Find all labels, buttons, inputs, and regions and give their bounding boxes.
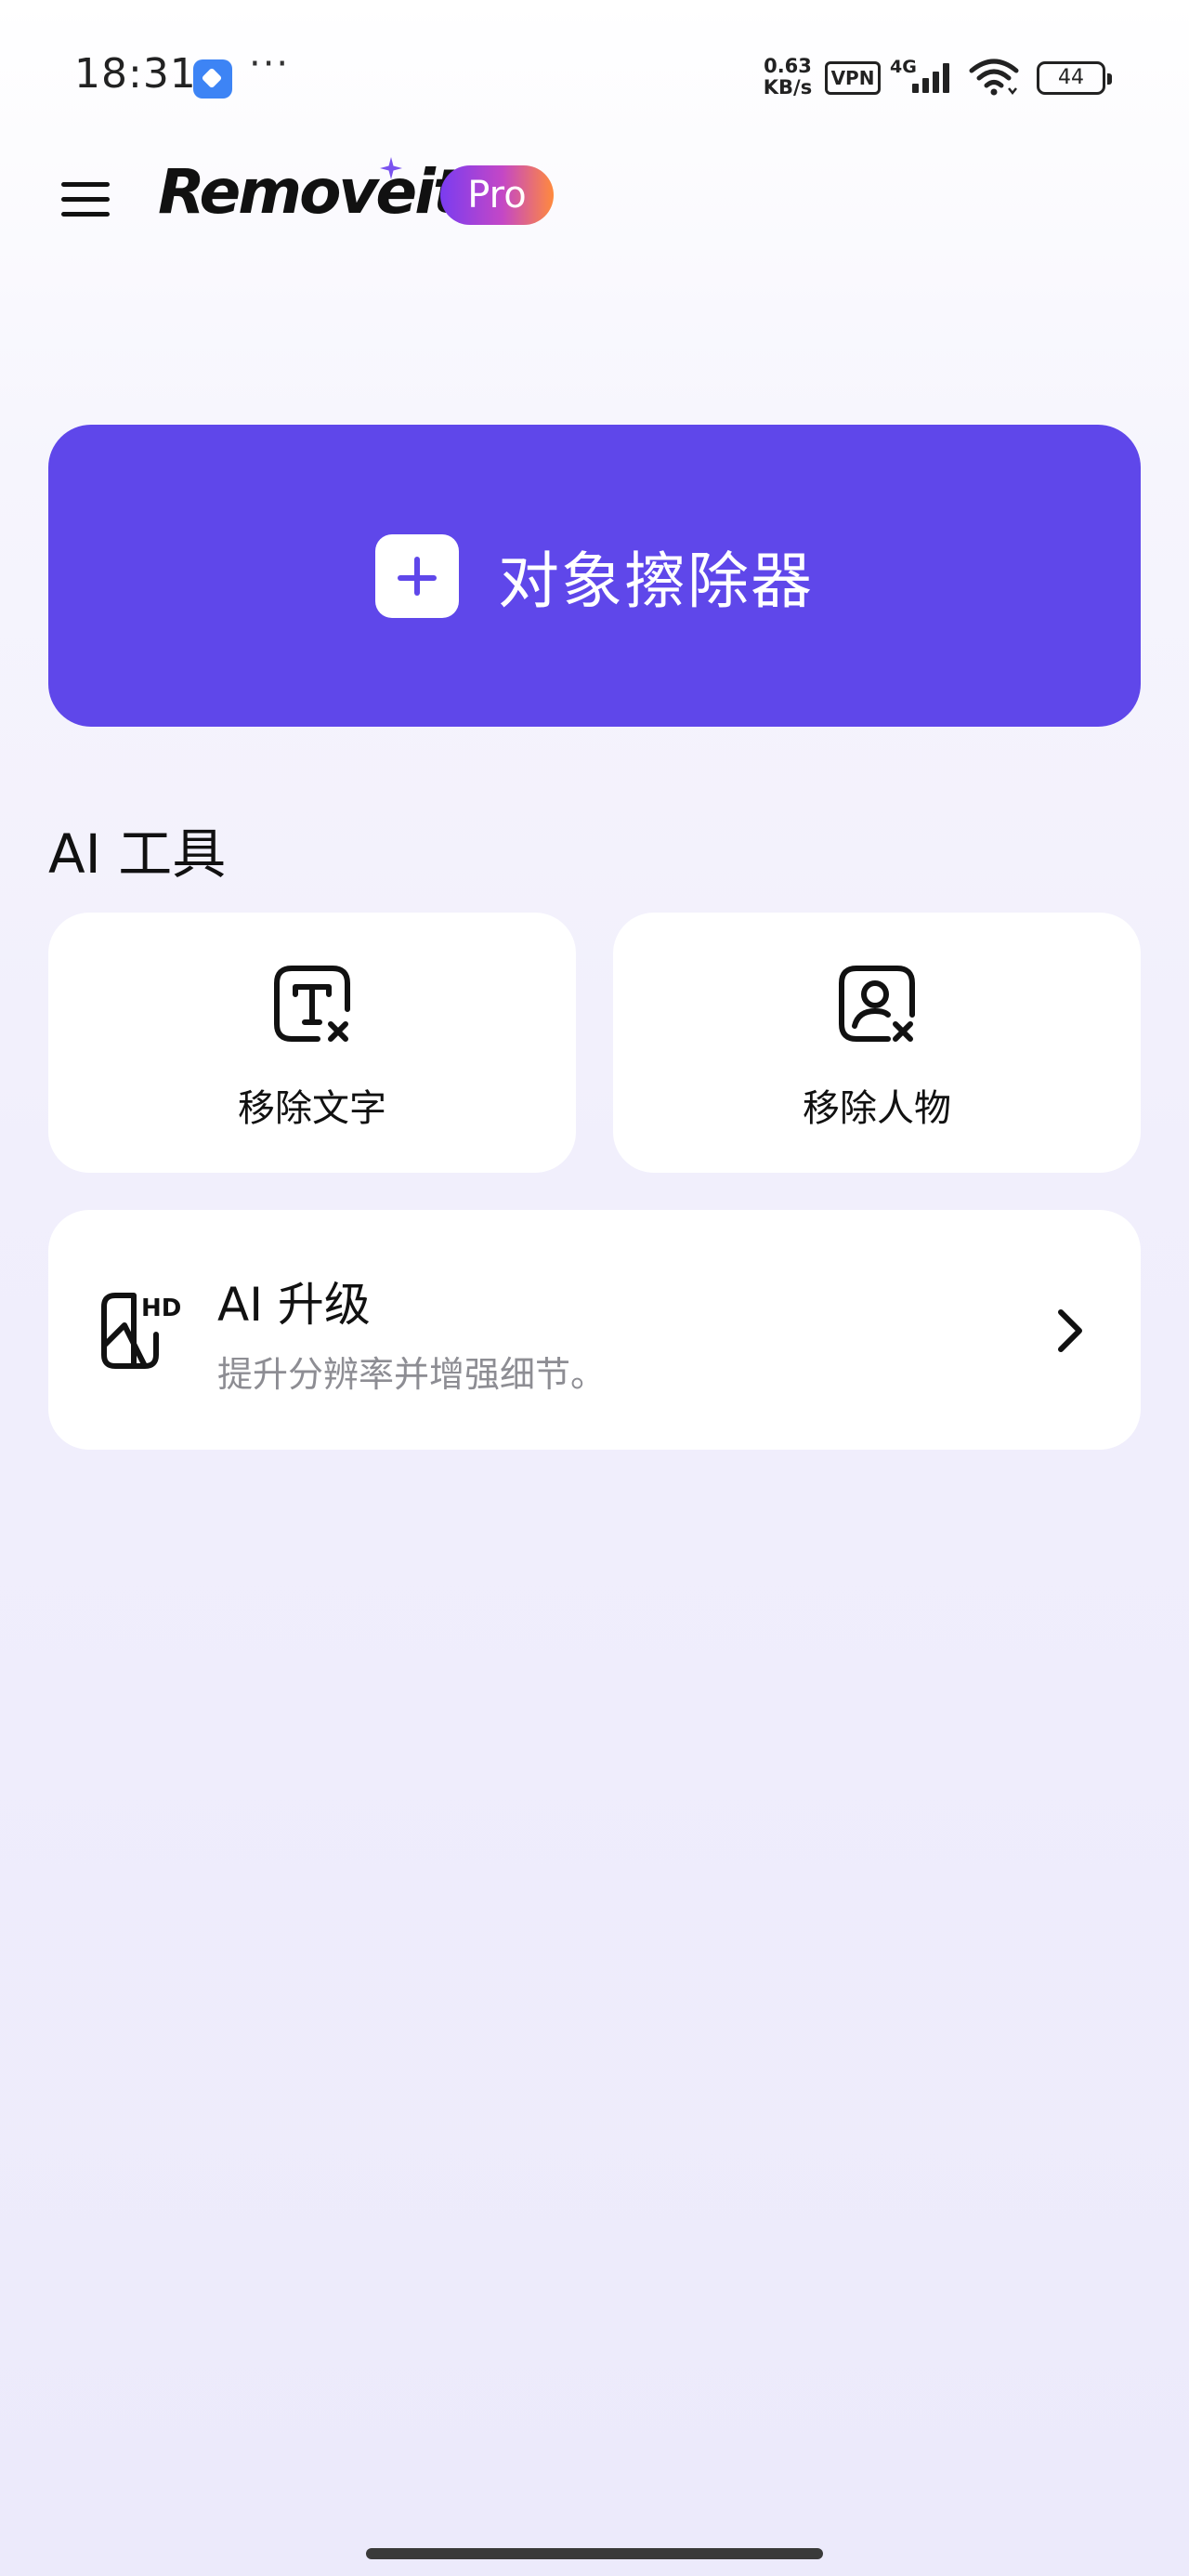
network-speed-unit: KB/s <box>763 76 813 99</box>
app-notification-icon <box>193 59 232 99</box>
ai-upgrade-description: 提升分辨率并增强细节。 <box>217 1354 607 1395</box>
ai-upgrade-title: AI 升级 <box>217 1278 371 1332</box>
remove-text-label: 移除文字 <box>238 1087 386 1130</box>
remove-person-label: 移除人物 <box>803 1087 951 1130</box>
battery-indicator: 44 <box>1037 61 1112 95</box>
network-type-label: 4G <box>890 57 917 77</box>
menu-icon-bar <box>61 212 110 217</box>
menu-icon-bar <box>61 197 110 202</box>
chevron-right-icon <box>1053 1307 1087 1359</box>
status-time: 18:31 <box>74 50 197 98</box>
app-logo: Removeit <box>158 156 462 228</box>
sparkle-icon <box>379 156 403 184</box>
hd-upscale-icon: HD <box>97 1284 182 1377</box>
menu-icon-bar <box>61 182 110 187</box>
app-header: Removeit Pro <box>0 149 1189 260</box>
network-speed-value: 0.63 <box>764 55 812 77</box>
menu-button[interactable] <box>56 169 115 229</box>
vpn-indicator: VPN <box>825 61 881 95</box>
pro-badge[interactable]: Pro <box>440 165 554 225</box>
remove-text-icon <box>269 961 355 1050</box>
object-eraser-label: 对象擦除器 <box>498 545 814 617</box>
remove-text-card[interactable]: 移除文字 <box>48 913 576 1173</box>
svg-text:HD: HD <box>141 1295 181 1322</box>
wifi-icon <box>968 58 1020 102</box>
more-notifications-icon: ··· <box>249 43 291 85</box>
cellular-signal-icon: 4G <box>890 54 960 100</box>
remove-person-card[interactable]: 移除人物 <box>613 913 1141 1173</box>
ai-tools-title: AI 工具 <box>48 822 227 886</box>
network-speed: 0.63 KB/s <box>760 56 816 99</box>
plus-icon <box>375 533 459 618</box>
object-eraser-button[interactable]: 对象擦除器 <box>48 425 1141 727</box>
remove-person-icon <box>834 961 920 1050</box>
home-indicator[interactable] <box>366 2548 823 2559</box>
status-bar: 18:31 ··· 0.63 KB/s VPN 4G 44 <box>0 0 1189 149</box>
ai-upgrade-card[interactable]: HD AI 升级 提升分辨率并增强细节。 <box>48 1210 1141 1450</box>
